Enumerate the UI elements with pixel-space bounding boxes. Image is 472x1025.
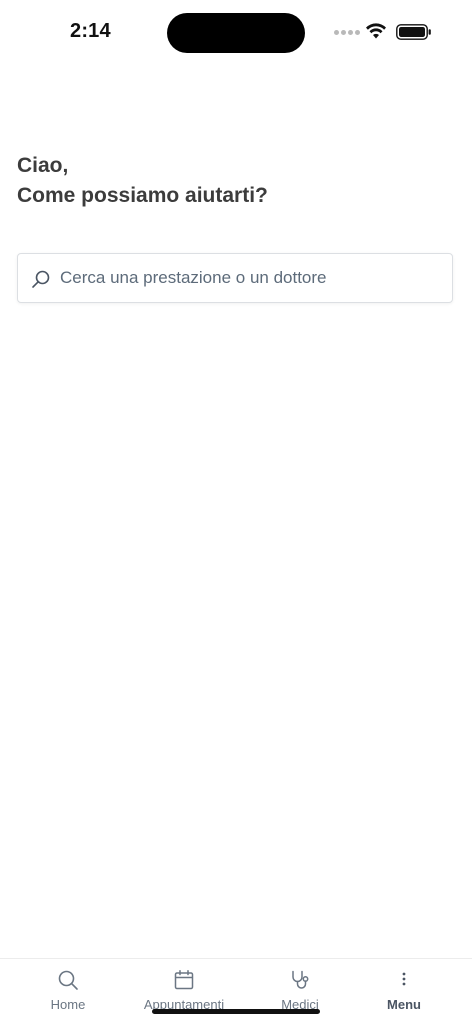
search-input[interactable] [60, 262, 440, 294]
signal-dots-icon [334, 30, 360, 36]
tab-appointments[interactable]: Appuntamenti [125, 959, 243, 1025]
more-vertical-icon [402, 972, 406, 986]
tab-menu-label: Menu [387, 997, 421, 1012]
tab-doctors[interactable]: Medici [241, 959, 359, 1025]
search-icon [32, 270, 50, 288]
status-time: 2:14 [70, 20, 111, 42]
calendar-icon [174, 970, 194, 990]
greeting-line-1: Ciao, [17, 154, 69, 177]
wifi-icon [366, 23, 386, 39]
tab-menu[interactable]: Menu [345, 959, 463, 1025]
battery-icon [396, 24, 431, 40]
home-indicator[interactable] [152, 1009, 320, 1014]
tab-home[interactable]: Home [9, 959, 127, 1025]
greeting-line-2: Come possiamo aiutarti? [17, 184, 268, 207]
stethoscope-icon [292, 970, 309, 989]
bottom-tab-bar: Home Appuntamenti Medici Menu [0, 958, 472, 1024]
greeting-title: Ciao, Come possiamo aiutarti? [17, 151, 268, 211]
dynamic-island [167, 13, 305, 53]
status-bar: 2:14 [0, 0, 472, 64]
tab-home-label: Home [50, 997, 86, 1012]
search-icon [58, 970, 78, 990]
search-box[interactable] [17, 253, 453, 303]
